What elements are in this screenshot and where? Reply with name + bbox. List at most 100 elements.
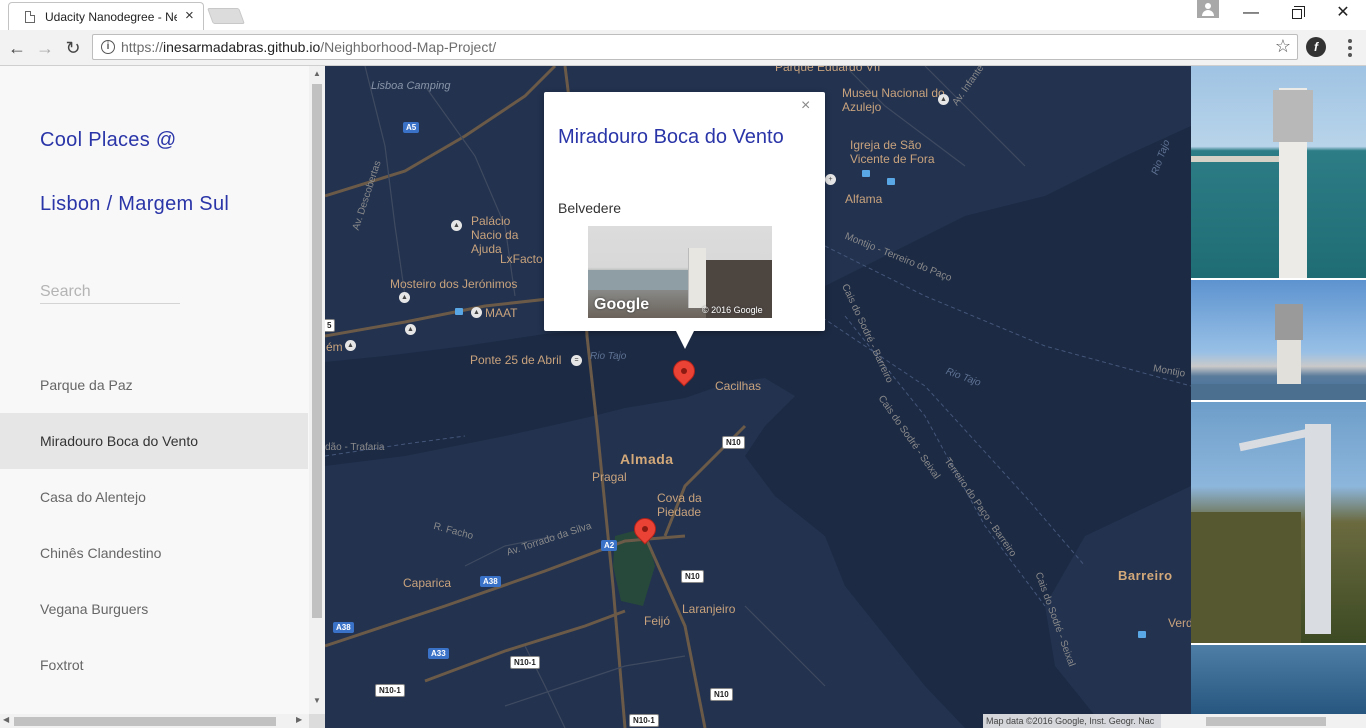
museum-icon[interactable]: ▲ [938, 94, 949, 105]
bus-stop-icon[interactable] [887, 178, 895, 185]
map-label-feijo: Feijó [644, 614, 671, 628]
map-label-rio-tajo: Rio Tajo [590, 351, 627, 362]
map-label-cacilhas: Cacilhas [715, 379, 762, 393]
url-path: /Neighborhood-Map-Project/ [320, 39, 497, 55]
bus-stop-icon[interactable] [862, 170, 870, 177]
road-shield-n10-1: N10-1 [510, 656, 540, 669]
map[interactable]: Lisboa Camping Museu Nacional do Azulejo… [325, 66, 1191, 728]
road-shield-n10-1: N10-1 [629, 714, 659, 727]
map-label-lisboa-camping: Lisboa Camping [371, 80, 451, 92]
restore-icon [1292, 6, 1305, 19]
browser-titlebar: Udacity Nanodegree - Ne × — ✕ [0, 0, 1366, 30]
street-view-photo[interactable]: Google © 2016 Google [588, 226, 772, 318]
title-line-1: Cool Places @ [40, 129, 177, 151]
road-shield-n10: N10 [710, 688, 733, 701]
forward-button[interactable]: → [33, 36, 57, 60]
map-attribution[interactable]: Map data ©2016 Google, Inst. Geogr. Nac [983, 714, 1161, 728]
museum-icon[interactable]: ▲ [471, 307, 482, 318]
sidebar-horizontal-scrollbar[interactable]: ◀ ▶ [0, 714, 309, 728]
info-icon[interactable]: i [101, 40, 115, 54]
browser-tab[interactable]: Udacity Nanodegree - Ne × [8, 2, 204, 30]
map-label-laranjeiro: Laranjeiro [682, 602, 736, 616]
scroll-up-icon[interactable]: ▲ [313, 69, 321, 78]
close-icon[interactable]: × [801, 98, 810, 114]
extension-icon[interactable]: f [1306, 37, 1326, 57]
scrollbar-corner [309, 714, 325, 728]
google-logo: Google [594, 296, 650, 313]
scroll-down-icon[interactable]: ▼ [313, 696, 321, 705]
tab-close-icon[interactable]: × [185, 8, 194, 24]
church-icon[interactable]: + [825, 174, 836, 185]
map-label-verd: Verd [1168, 616, 1191, 630]
search-input[interactable] [40, 280, 180, 304]
place-item-vegana-burguers[interactable]: Vegana Burguers [0, 581, 308, 637]
maximize-button[interactable] [1274, 0, 1320, 28]
scrollbar-thumb[interactable] [312, 84, 322, 618]
monument-icon[interactable]: ▲ [399, 292, 410, 303]
monument-icon[interactable]: ▲ [345, 340, 356, 351]
road-shield-a2: A2 [601, 540, 618, 551]
monument-icon[interactable]: ▲ [405, 324, 416, 335]
scrollbar-thumb[interactable] [1206, 717, 1326, 726]
photo-copyright: © 2016 Google [702, 305, 763, 315]
title-line-2: Lisbon / Margem Sul [40, 193, 230, 215]
road-shield-n10: N10 [722, 436, 745, 449]
reload-button[interactable]: ↻ [61, 36, 85, 60]
page-icon [25, 11, 35, 23]
info-window-title: Miradouro Boca do Vento [558, 126, 784, 148]
browser-menu-icon[interactable] [1340, 36, 1360, 60]
place-item-casa-do-alentejo[interactable]: Casa do Alentejo [0, 469, 308, 525]
url-scheme: https:// [121, 39, 164, 55]
map-label-barreiro: Barreiro [1118, 568, 1173, 583]
place-item-parque-da-paz[interactable]: Parque da Paz [0, 357, 308, 413]
tab-title: Udacity Nanodegree - Ne [45, 10, 177, 24]
scroll-left-icon[interactable]: ◀ [3, 715, 9, 724]
map-label-almada: Almada [620, 451, 674, 467]
map-label-belem: ém [326, 340, 343, 354]
road-shield-n10: N10 [681, 570, 704, 583]
map-label-cova-da-piedade: Cova da Piedade [657, 491, 702, 519]
gallery-horizontal-scrollbar[interactable] [1191, 714, 1366, 728]
map-label-pragal: Pragal [592, 470, 627, 484]
photo-thumbnail[interactable] [1191, 280, 1366, 400]
address-bar[interactable]: i https://inesarmadabras.github.io/Neigh… [92, 34, 1298, 60]
road-shield-a33: A33 [428, 648, 449, 659]
map-marker-parque-da-paz[interactable] [629, 513, 661, 550]
bus-stop-icon[interactable] [1138, 631, 1146, 638]
sidebar: Cool Places @ Lisbon / Margem Sul Parque… [0, 66, 325, 728]
bookmark-star-icon[interactable]: ☆ [1275, 36, 1291, 57]
scrollbar-thumb[interactable] [14, 717, 276, 726]
photo-thumbnail[interactable] [1191, 66, 1366, 278]
sidebar-vertical-scrollbar[interactable]: ▲ ▼ [309, 66, 325, 714]
map-label-mosteiro: Mosteiro dos Jerónimos [390, 277, 518, 291]
map-horizontal-scrollbar[interactable] [1161, 714, 1191, 728]
page-title: Cool Places @ Lisbon / Margem Sul [40, 108, 300, 236]
info-window-category: Belvedere [558, 200, 622, 216]
place-item-miradouro-boca-do-vento[interactable]: Miradouro Boca do Vento [0, 413, 308, 469]
map-label-maat: MAAT [485, 306, 518, 320]
map-label-parque-eduardo: Parque Eduardo VII [775, 66, 881, 74]
map-label-igreja: Igreja de São Vicente de Fora [850, 138, 935, 166]
road-shield-a5: A5 [403, 122, 420, 133]
url-text[interactable]: https://inesarmadabras.github.io/Neighbo… [121, 39, 496, 55]
museum-icon[interactable]: ▲ [451, 220, 462, 231]
new-tab-button[interactable] [207, 8, 245, 24]
info-window: × Miradouro Boca do Vento Belvedere Goog… [544, 92, 825, 349]
place-item-foxtrot[interactable]: Foxtrot [0, 637, 308, 693]
places-list: Parque da Paz Miradouro Boca do Vento Ca… [0, 357, 308, 693]
road-shield-5: 5 [325, 319, 336, 332]
place-item-chines-clandestino[interactable]: Chinês Clandestino [0, 525, 308, 581]
minimize-button[interactable]: — [1228, 0, 1274, 28]
close-window-button[interactable]: ✕ [1320, 0, 1366, 28]
back-button[interactable]: ← [5, 36, 29, 60]
road-shield-a38: A38 [480, 576, 501, 587]
scroll-right-icon[interactable]: ▶ [296, 715, 302, 724]
profile-icon[interactable] [1197, 0, 1219, 18]
map-label-palacio: Palácio Nacio da Ajuda [471, 214, 519, 256]
bridge-icon[interactable]: = [571, 355, 582, 366]
map-marker-miradouro-boca-do-vento[interactable] [668, 355, 700, 392]
photo-thumbnail[interactable] [1191, 402, 1366, 643]
map-label-museu-azulejo: Museu Nacional do Azulejo [842, 86, 945, 114]
bus-stop-icon[interactable] [455, 308, 463, 315]
photo-gallery [1191, 66, 1366, 728]
